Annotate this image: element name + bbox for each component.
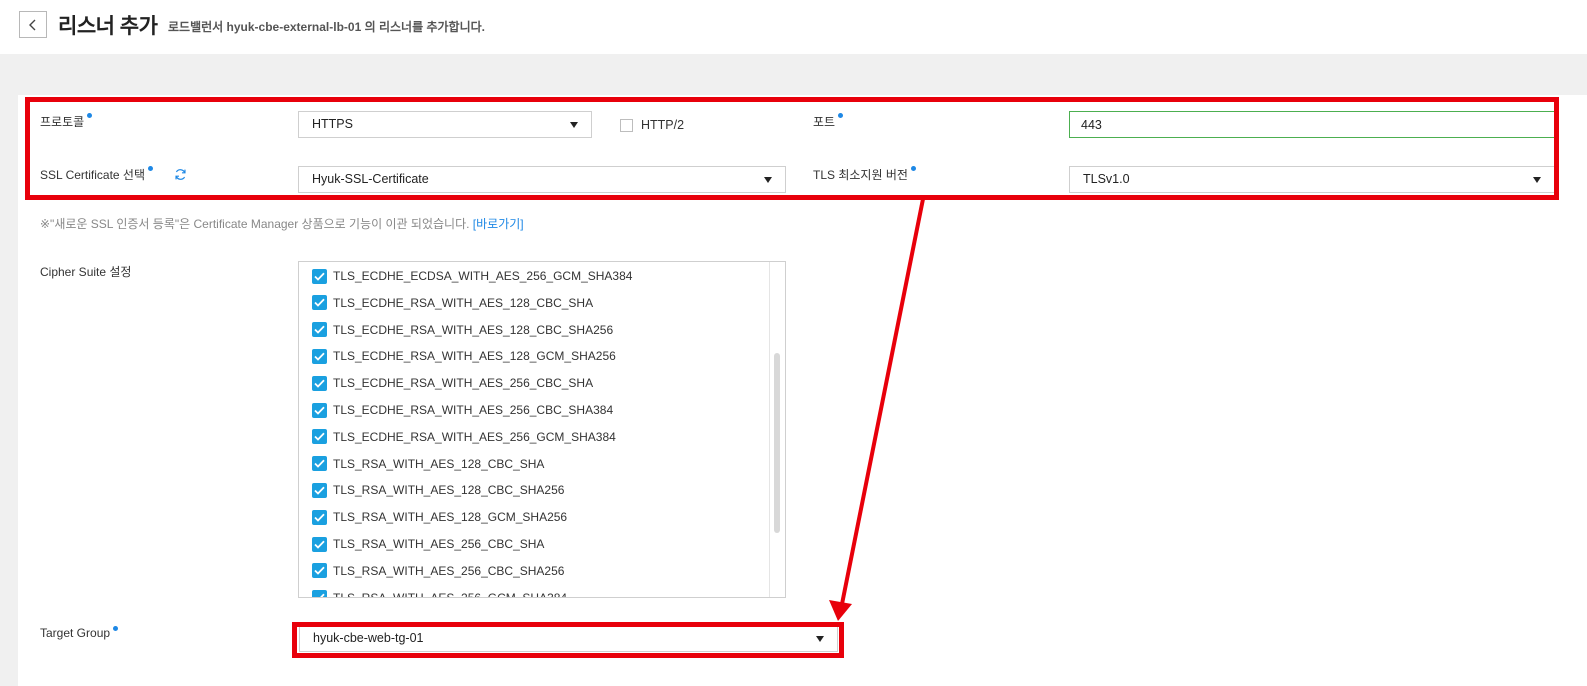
required-dot-icon bbox=[148, 166, 154, 171]
caret-down-icon bbox=[1533, 177, 1541, 183]
cipher-suite-item[interactable]: TLS_RSA_WITH_AES_256_GCM_SHA384 bbox=[312, 590, 568, 598]
cipher-suite-item-label: TLS_ECDHE_RSA_WITH_AES_128_GCM_SHA256 bbox=[333, 349, 616, 364]
go-to-link[interactable]: [바로가기] bbox=[473, 217, 524, 231]
required-dot-icon bbox=[87, 113, 93, 118]
tls-version-label: TLS 최소지원 버전 bbox=[813, 166, 916, 183]
checkbox-checked-icon[interactable] bbox=[312, 536, 327, 552]
cipher-suite-item-label: TLS_RSA_WITH_AES_128_CBC_SHA bbox=[333, 456, 545, 471]
cipher-suite-item-label: TLS_RSA_WITH_AES_128_GCM_SHA256 bbox=[333, 510, 568, 525]
target-group-select[interactable]: hyuk-cbe-web-tg-01 bbox=[299, 625, 838, 652]
checkbox-checked-icon[interactable] bbox=[312, 375, 327, 391]
checkbox-checked-icon[interactable] bbox=[312, 322, 327, 338]
cipher-suite-item[interactable]: TLS_ECDHE_RSA_WITH_AES_256_CBC_SHA bbox=[312, 375, 593, 391]
ssl-certificate-select[interactable]: Hyuk-SSL-Certificate bbox=[298, 166, 786, 193]
refresh-icon[interactable] bbox=[174, 168, 187, 181]
cipher-suite-item[interactable]: TLS_RSA_WITH_AES_256_CBC_SHA256 bbox=[312, 563, 564, 579]
ssl-certificate-value: Hyuk-SSL-Certificate bbox=[312, 172, 429, 186]
chevron-left-icon bbox=[29, 19, 36, 30]
cipher-suite-item-label: TLS_RSA_WITH_AES_128_CBC_SHA256 bbox=[333, 483, 565, 498]
required-dot-icon bbox=[113, 626, 119, 631]
cipher-suite-item-label: TLS_ECDHE_RSA_WITH_AES_128_CBC_SHA256 bbox=[333, 322, 614, 337]
checkbox-checked-icon[interactable] bbox=[312, 563, 327, 579]
caret-down-icon bbox=[816, 636, 824, 642]
cipher-suite-item[interactable]: TLS_ECDHE_RSA_WITH_AES_256_CBC_SHA384 bbox=[312, 402, 613, 418]
notice-text: ※"새로운 SSL 인증서 등록"은 Certificate Manager 상… bbox=[40, 217, 470, 231]
protocol-select[interactable]: HTTPS bbox=[298, 111, 592, 138]
cipher-suite-item-label: TLS_ECDHE_ECDSA_WITH_AES_256_GCM_SHA384 bbox=[333, 269, 633, 283]
page-description: 로드밸런서 hyuk-cbe-external-lb-01 의 리스너를 추가합… bbox=[168, 20, 485, 34]
checkbox-checked-icon[interactable] bbox=[312, 348, 327, 364]
cipher-suite-item[interactable]: TLS_RSA_WITH_AES_128_GCM_SHA256 bbox=[312, 509, 567, 525]
checkbox-checked-icon[interactable] bbox=[312, 429, 327, 445]
cipher-suite-item-label: TLS_RSA_WITH_AES_256_CBC_SHA256 bbox=[333, 563, 565, 578]
protocol-label: 프로토콜 bbox=[40, 113, 93, 130]
caret-down-icon bbox=[764, 177, 772, 183]
cipher-suite-item[interactable]: TLS_ECDHE_RSA_WITH_AES_128_CBC_SHA256 bbox=[312, 322, 613, 338]
http2-option[interactable]: HTTP/2 bbox=[620, 118, 684, 132]
protocol-value: HTTPS bbox=[312, 117, 353, 131]
checkbox-checked-icon[interactable] bbox=[312, 456, 327, 472]
target-group-label: Target Group bbox=[40, 626, 119, 640]
checkbox-checked-icon[interactable] bbox=[312, 482, 327, 498]
port-input[interactable] bbox=[1069, 111, 1555, 138]
cipher-suite-item[interactable]: TLS_RSA_WITH_AES_128_CBC_SHA256 bbox=[312, 482, 564, 498]
scrollbar[interactable] bbox=[769, 262, 785, 597]
listener-form-panel: 프로토콜 HTTPS HTTP/2 포트 SSL Certificate 선택 … bbox=[18, 95, 1587, 686]
cipher-suite-label: Cipher Suite 설정 bbox=[40, 265, 132, 279]
page-header: 리스너 추가 로드밸런서 hyuk-cbe-external-lb-01 의 리… bbox=[0, 0, 1587, 54]
caret-down-icon bbox=[570, 122, 578, 128]
checkbox-checked-icon[interactable] bbox=[312, 295, 327, 311]
cipher-suite-item-label: TLS_RSA_WITH_AES_256_CBC_SHA bbox=[333, 537, 545, 551]
cipher-suite-item-label: TLS_ECDHE_RSA_WITH_AES_256_CBC_SHA384 bbox=[333, 403, 614, 417]
required-dot-icon bbox=[910, 166, 916, 171]
cipher-suite-item-label: TLS_ECDHE_RSA_WITH_AES_256_CBC_SHA bbox=[333, 376, 594, 391]
scrollbar-thumb[interactable] bbox=[774, 353, 780, 533]
http2-checkbox[interactable] bbox=[620, 118, 633, 132]
checkbox-checked-icon[interactable] bbox=[312, 509, 327, 525]
target-group-value: hyuk-cbe-web-tg-01 bbox=[313, 631, 424, 645]
cipher-suite-item[interactable]: TLS_RSA_WITH_AES_256_CBC_SHA bbox=[312, 536, 544, 552]
tls-version-value: TLSv1.0 bbox=[1083, 172, 1130, 186]
cipher-suite-item-label: TLS_RSA_WITH_AES_256_GCM_SHA384 bbox=[333, 590, 568, 598]
tls-version-select[interactable]: TLSv1.0 bbox=[1069, 166, 1555, 193]
cipher-suite-item[interactable]: TLS_ECDHE_RSA_WITH_AES_128_GCM_SHA256 bbox=[312, 348, 616, 364]
required-dot-icon bbox=[838, 113, 844, 118]
cipher-suite-item[interactable]: TLS_ECDHE_ECDSA_WITH_AES_256_GCM_SHA384 bbox=[312, 268, 632, 284]
checkbox-checked-icon[interactable] bbox=[312, 268, 327, 284]
http2-label: HTTP/2 bbox=[641, 118, 685, 132]
cipher-suite-item[interactable]: TLS_ECDHE_RSA_WITH_AES_128_CBC_SHA bbox=[312, 295, 593, 311]
cipher-suite-item[interactable]: TLS_ECDHE_RSA_WITH_AES_256_GCM_SHA384 bbox=[312, 429, 616, 445]
port-label: 포트 bbox=[813, 113, 844, 130]
cipher-suite-item-label: TLS_ECDHE_RSA_WITH_AES_128_CBC_SHA bbox=[333, 295, 594, 310]
cipher-suite-item-label: TLS_ECDHE_RSA_WITH_AES_256_GCM_SHA384 bbox=[333, 429, 616, 444]
page-title: 리스너 추가 bbox=[58, 15, 158, 38]
cipher-suite-item[interactable]: TLS_RSA_WITH_AES_128_CBC_SHA bbox=[312, 456, 544, 472]
checkbox-checked-icon[interactable] bbox=[312, 590, 327, 597]
back-button[interactable] bbox=[19, 11, 47, 38]
checkbox-checked-icon[interactable] bbox=[312, 402, 327, 418]
certificate-notice: ※"새로운 SSL 인증서 등록"은 Certificate Manager 상… bbox=[40, 215, 524, 232]
cipher-suite-list[interactable]: TLS_ECDHE_ECDSA_WITH_AES_256_GCM_SHA384 T… bbox=[298, 261, 786, 598]
ssl-certificate-label: SSL Certificate 선택 bbox=[40, 166, 154, 183]
